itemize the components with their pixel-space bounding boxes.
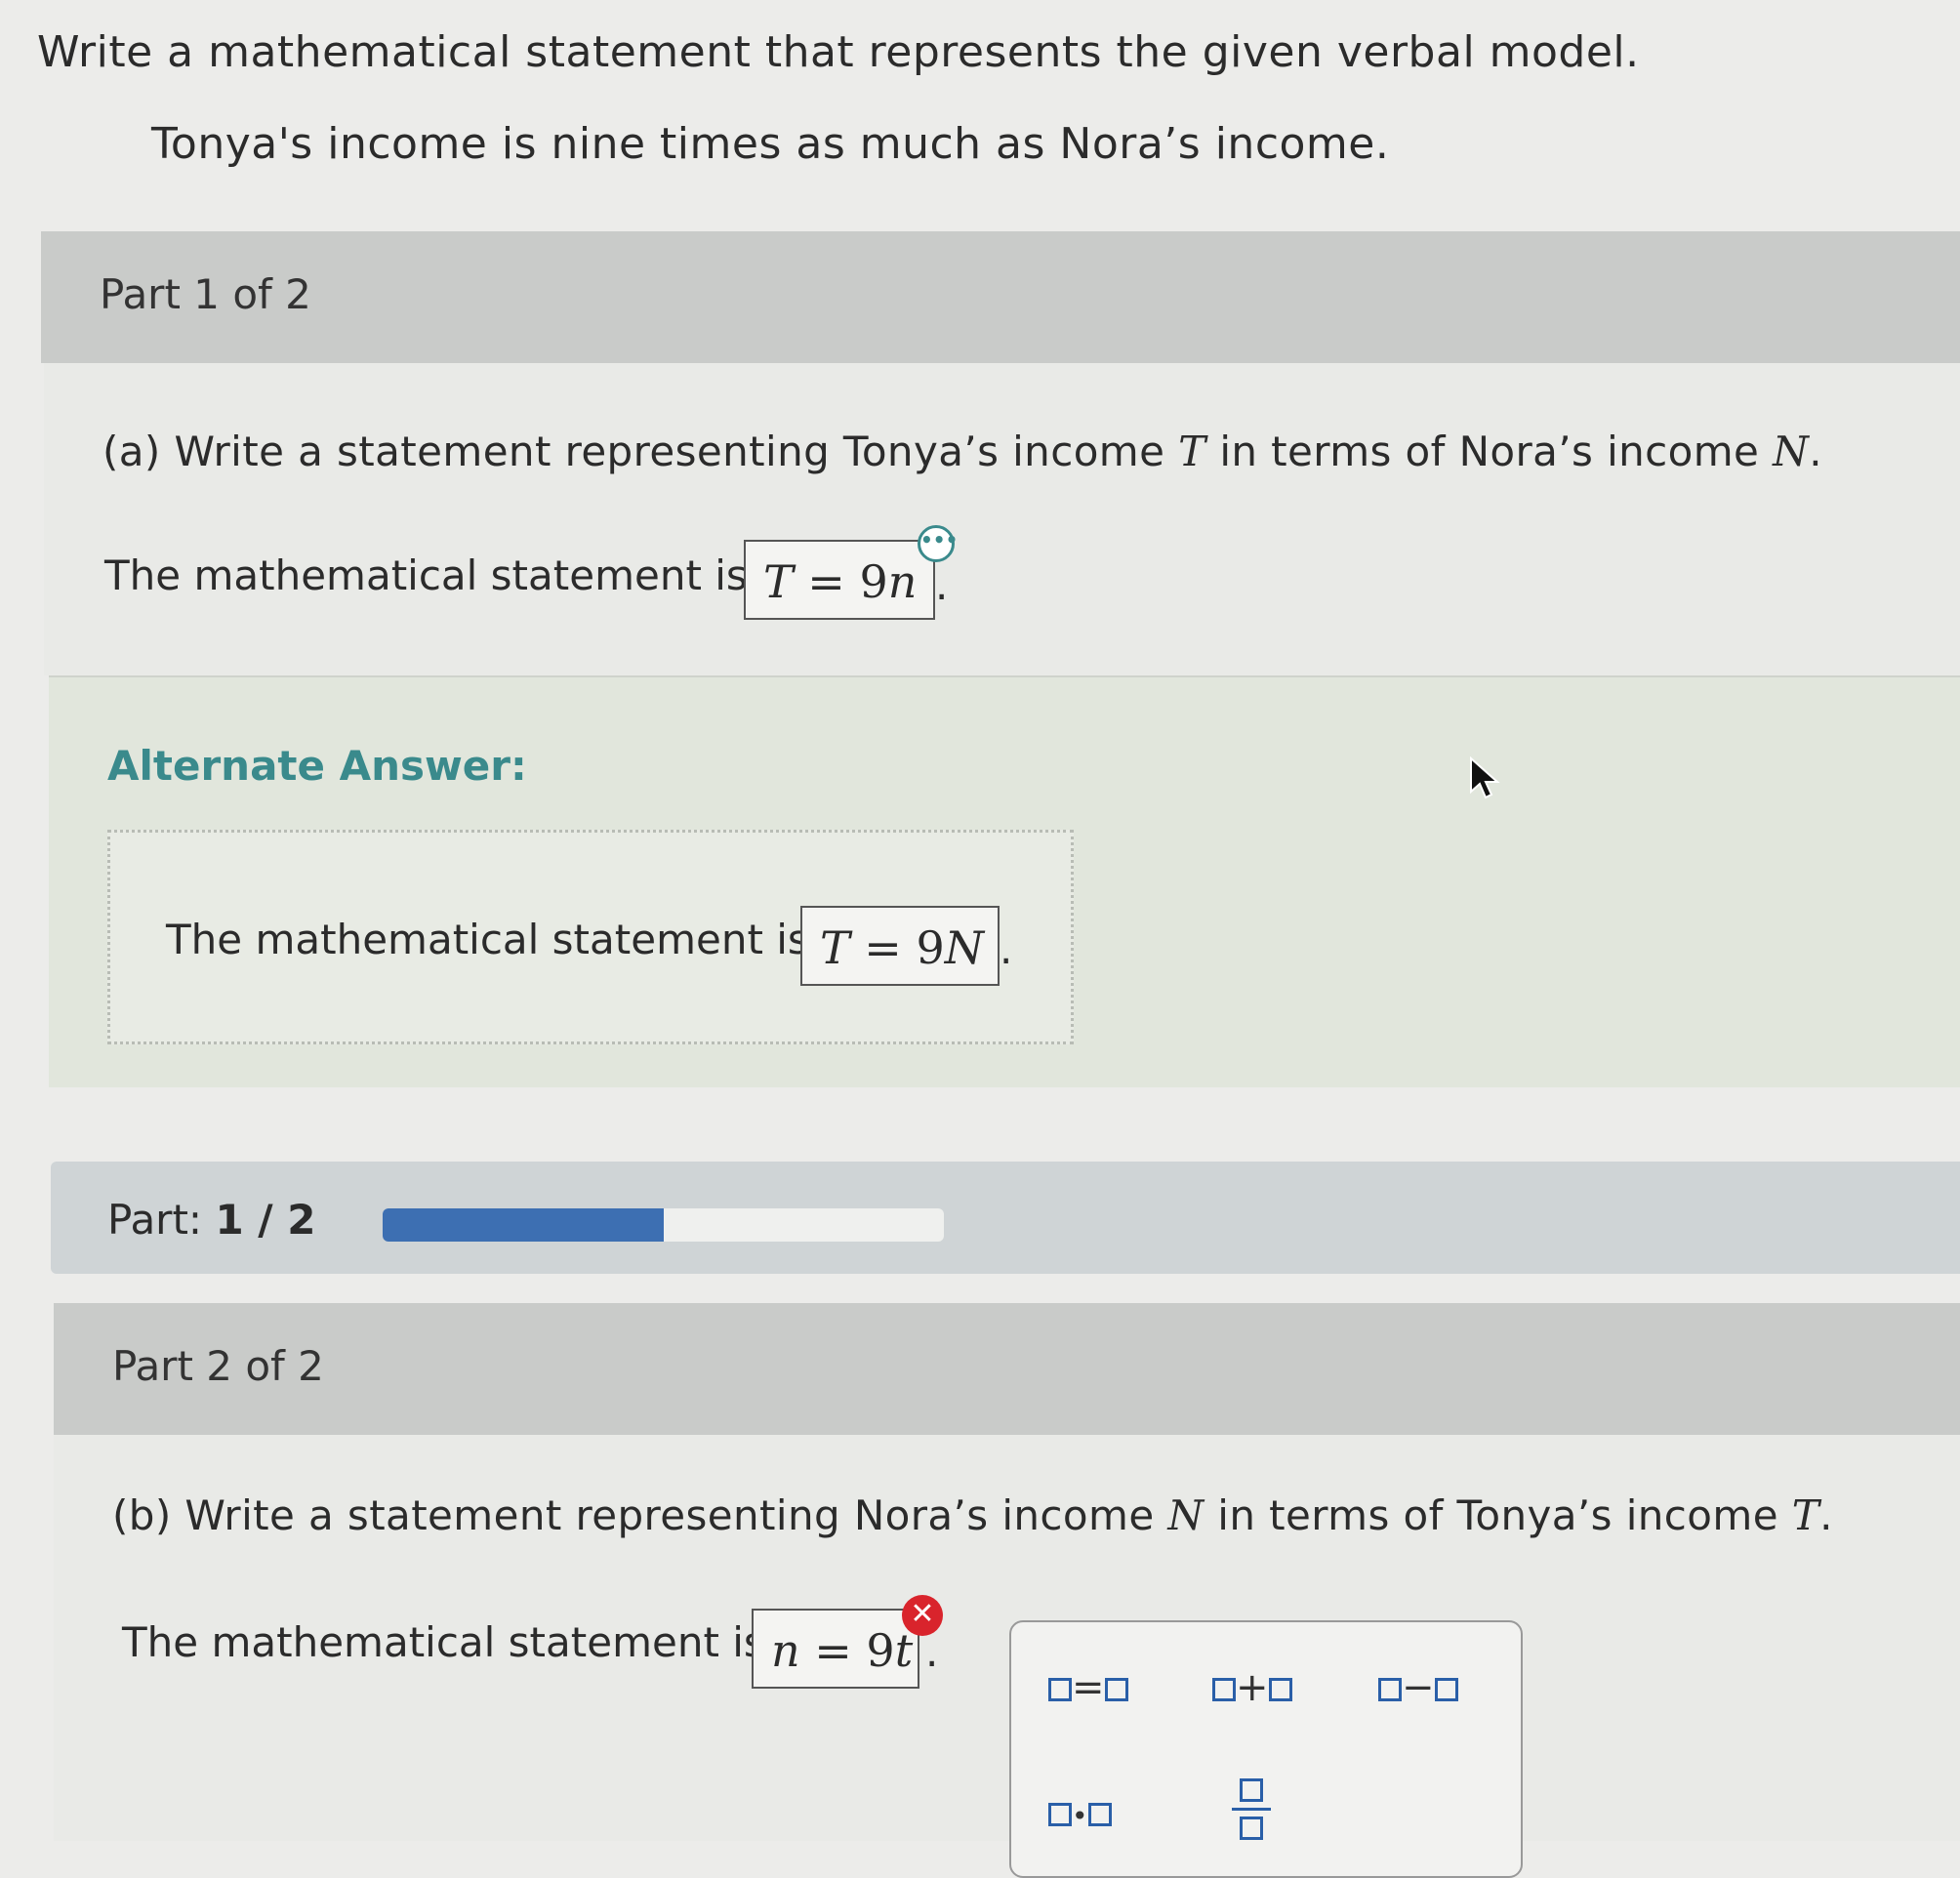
- palette-dot-symbol: •: [1072, 1800, 1088, 1832]
- incorrect-x-icon: ✕: [902, 1595, 943, 1636]
- part2-statement-label: The mathematical statement is: [122, 1618, 765, 1666]
- palette-plus-button[interactable]: +: [1212, 1665, 1292, 1710]
- question-b-mid: in terms of Tonya’s income: [1217, 1491, 1778, 1539]
- alternate-statement-label: The mathematical statement is: [166, 916, 809, 963]
- placeholder-box-icon: [1434, 1678, 1458, 1701]
- part1-answer-eq: = 9: [793, 555, 888, 608]
- question-b-var-n: N: [1167, 1491, 1205, 1539]
- placeholder-box-icon: [1048, 1803, 1072, 1826]
- part1-answer-lhs: T: [763, 555, 794, 608]
- question-b-end: .: [1819, 1491, 1833, 1539]
- part1-body: [44, 363, 1960, 675]
- alternate-answer-field: T = 9N: [800, 906, 1000, 986]
- fraction-bar: [1232, 1808, 1271, 1811]
- part2-header-label: Part 2 of 2: [112, 1342, 324, 1390]
- palette-minus-symbol: −: [1402, 1665, 1435, 1710]
- palette-equals-symbol: =: [1072, 1665, 1105, 1710]
- question-a-var-t: T: [1178, 428, 1206, 475]
- alternate-answer-var: N: [944, 921, 984, 974]
- alternate-answer-eq: = 9: [849, 921, 945, 974]
- palette-plus-symbol: +: [1236, 1665, 1269, 1710]
- part1-answer-field[interactable]: T = 9n: [744, 540, 935, 620]
- placeholder-box-icon: [1048, 1678, 1072, 1701]
- alternate-answer-period: .: [1000, 925, 1013, 973]
- part1-statement-label: The mathematical statement is: [104, 551, 748, 599]
- palette-multiply-button[interactable]: •: [1048, 1790, 1112, 1835]
- fraction-denominator-box-icon: [1240, 1817, 1263, 1840]
- placeholder-box-icon: [1212, 1678, 1236, 1701]
- placeholder-box-icon: [1104, 1678, 1128, 1701]
- part1-answer-period: .: [935, 561, 949, 609]
- question-a: (a) Write a statement representing Tonya…: [102, 428, 1822, 475]
- part2-answer-lhs: n: [771, 1624, 800, 1677]
- math-palette: = + − •: [1009, 1620, 1523, 1878]
- progress-bar-fill: [383, 1208, 664, 1242]
- part1-header-label: Part 1 of 2: [100, 270, 311, 318]
- ellipsis-icon[interactable]: •••: [918, 525, 958, 562]
- question-a-end: .: [1809, 428, 1822, 475]
- placeholder-box-icon: [1087, 1803, 1112, 1826]
- problem-instruction: Write a mathematical statement that repr…: [37, 27, 1640, 77]
- part2-answer-eq: = 9: [799, 1624, 895, 1677]
- question-a-mid: in terms of Nora’s income: [1219, 428, 1760, 475]
- part2-header: Part 2 of 2: [54, 1303, 1960, 1435]
- progress-value: 1 / 2: [215, 1196, 316, 1244]
- part2-answer-field[interactable]: n = 9t: [752, 1609, 919, 1689]
- alternate-answer-lhs: T: [820, 921, 850, 974]
- mouse-cursor-icon: [1470, 756, 1500, 799]
- progress-row: [51, 1162, 1960, 1274]
- progress-label-text: Part:: [107, 1196, 203, 1244]
- question-a-prefix: (a) Write a statement representing Tonya…: [102, 428, 1165, 475]
- palette-fraction-button[interactable]: [1232, 1778, 1271, 1840]
- question-b-prefix: (b) Write a statement representing Nora’…: [112, 1491, 1155, 1539]
- palette-minus-button[interactable]: −: [1378, 1665, 1458, 1710]
- placeholder-box-icon: [1268, 1678, 1292, 1701]
- placeholder-box-icon: [1378, 1678, 1402, 1701]
- verbal-model: Tonya's income is nine times as much as …: [151, 119, 1390, 169]
- alternate-answer-title: Alternate Answer:: [107, 742, 527, 790]
- question-b: (b) Write a statement representing Nora’…: [112, 1491, 1833, 1539]
- part1-answer-var: n: [887, 555, 918, 608]
- question-a-var-n: N: [1773, 428, 1810, 475]
- palette-equals-button[interactable]: =: [1048, 1665, 1128, 1710]
- progress-label: Part: 1 / 2: [107, 1196, 315, 1244]
- part1-header: Part 1 of 2: [41, 231, 1960, 363]
- question-b-var-t: T: [1791, 1491, 1820, 1539]
- fraction-numerator-box-icon: [1240, 1778, 1263, 1802]
